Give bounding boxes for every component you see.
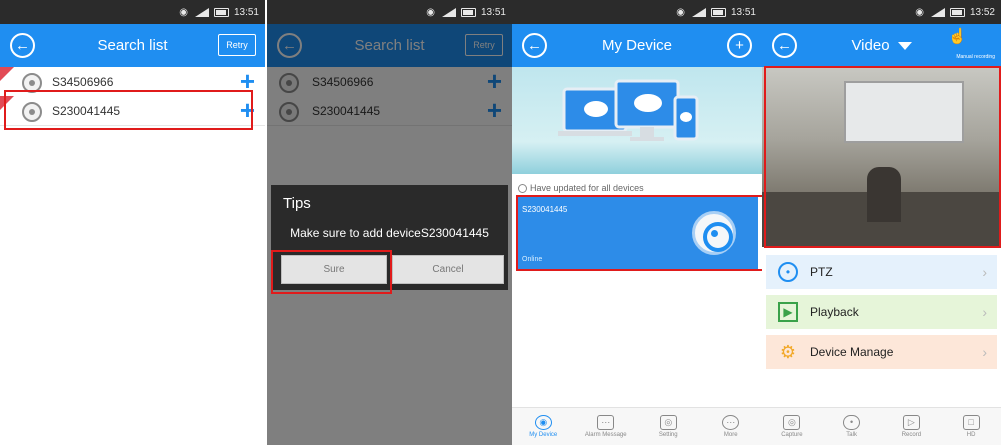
chevron-right-icon: › <box>982 344 987 360</box>
signal-icon <box>929 7 945 17</box>
tab-label: Talk <box>846 432 857 438</box>
status-time: 13:52 <box>969 6 995 18</box>
battery-icon <box>213 7 229 17</box>
talk-button[interactable]: • Talk <box>822 408 882 445</box>
signal-icon <box>690 7 706 17</box>
highlight-box <box>764 66 1001 248</box>
chevron-right-icon: › <box>982 264 987 280</box>
battery-icon <box>460 7 476 17</box>
page-title[interactable]: Video <box>851 37 889 54</box>
status-time: 13:51 <box>480 6 506 18</box>
wifi-icon: ◉ <box>915 6 924 18</box>
tab-alarm-message[interactable]: ⋯ Alarm Message <box>575 408 638 445</box>
wifi-icon: ◉ <box>179 6 188 18</box>
add-device-icon[interactable]: + <box>727 33 752 58</box>
chevron-down-icon[interactable] <box>897 41 912 50</box>
hd-icon: □ <box>962 415 980 430</box>
tab-label: HD <box>966 432 976 438</box>
cloud-devices-illustration <box>558 79 699 141</box>
back-arrow-icon[interactable]: ← <box>10 33 35 58</box>
message-icon: ⋯ <box>597 415 615 430</box>
tab-my-device[interactable]: ◉ My Device <box>512 408 575 445</box>
devices-banner <box>512 67 762 174</box>
bottom-tab-bar: ◉ My Device ⋯ Alarm Message ◎ Setting ⋯ … <box>512 407 762 445</box>
more-icon: ⋯ <box>722 415 740 430</box>
dialog-title: Tips <box>283 195 311 212</box>
battery-icon <box>710 7 726 17</box>
back-arrow-icon[interactable]: ← <box>522 33 547 58</box>
tab-more[interactable]: ⋯ More <box>700 408 763 445</box>
status-time: 13:51 <box>730 6 756 18</box>
app-bar: ← Search list Retry <box>0 24 265 67</box>
signal-icon <box>193 7 209 17</box>
capture-button[interactable]: ◎ Capture <box>762 408 822 445</box>
settings-icon: ◎ <box>659 415 677 430</box>
wifi-icon: ◉ <box>676 6 685 18</box>
status-bar: ◉ 13:51 <box>0 0 265 24</box>
battery-icon <box>949 7 965 17</box>
update-status: Have updated for all devices <box>518 183 644 193</box>
page-title: My Device <box>601 37 672 54</box>
tab-label: Record <box>901 432 922 438</box>
menu-label: Playback <box>810 305 859 319</box>
tab-label: Setting <box>658 432 678 438</box>
my-device-screen: ◉ 13:51 ← My Device + Have updated for a… <box>512 0 762 445</box>
chevron-right-icon: › <box>982 304 987 320</box>
back-arrow-icon[interactable]: ← <box>772 33 797 58</box>
page-title: Search list <box>97 37 168 54</box>
status-bar: ◉ 13:52 <box>762 0 1001 24</box>
add-device-dialog-screen: ◉ 13:51 ← Search list Retry S34506966 + … <box>267 0 512 445</box>
menu-item-playback[interactable]: ▶ Playback › <box>766 295 997 329</box>
dialog-message: Make sure to add deviceS230041445 <box>290 226 489 240</box>
status-time: 13:51 <box>233 6 259 18</box>
tab-label: My Device <box>529 432 558 438</box>
signal-icon <box>440 7 456 17</box>
menu-label: Device Manage <box>810 345 894 359</box>
refresh-icon <box>518 183 527 193</box>
video-camera-icon: ▷ <box>902 415 920 430</box>
status-bar: ◉ 13:51 <box>512 0 762 24</box>
manual-recording-label[interactable]: Manual recording <box>956 54 995 60</box>
device-name: S34506966 <box>52 75 114 89</box>
gear-icon: ⚙ <box>779 341 797 362</box>
tab-setting[interactable]: ◎ Setting <box>637 408 700 445</box>
record-button[interactable]: ▷ Record <box>882 408 942 445</box>
cancel-button[interactable]: Cancel <box>392 255 504 284</box>
tab-label: More <box>723 432 738 438</box>
tab-label: Capture <box>781 432 803 438</box>
update-status-text: Have updated for all devices <box>530 183 644 193</box>
status-bar: ◉ 13:51 <box>267 0 512 24</box>
microphone-icon: • <box>843 415 861 430</box>
video-screen: ◉ 13:52 ← Video ☝ Manual recording • PTZ… <box>762 0 1001 445</box>
video-control-bar: ◎ Capture • Talk ▷ Record □ HD <box>762 407 1001 445</box>
ptz-icon: • <box>778 262 798 282</box>
highlight-box <box>4 90 253 130</box>
camera-icon: ◉ <box>534 415 552 430</box>
retry-button[interactable]: Retry <box>218 34 256 56</box>
menu-item-ptz[interactable]: • PTZ › <box>766 255 997 289</box>
camera-icon: ◎ <box>783 415 801 430</box>
app-bar: ← My Device + <box>512 24 762 67</box>
playback-icon: ▶ <box>778 302 798 322</box>
highlight-box <box>271 250 392 294</box>
hand-pointer-icon[interactable]: ☝ <box>948 27 967 45</box>
hd-button[interactable]: □ HD <box>941 408 1001 445</box>
highlight-box <box>516 195 762 271</box>
menu-label: PTZ <box>810 265 833 279</box>
tab-label: Alarm Message <box>584 432 627 438</box>
new-corner-marker <box>0 67 14 81</box>
wifi-icon: ◉ <box>426 6 435 18</box>
search-list-screen: ◉ 13:51 ← Search list Retry S34506966 + … <box>0 0 265 445</box>
menu-item-device-manage[interactable]: ⚙ Device Manage › <box>766 335 997 369</box>
